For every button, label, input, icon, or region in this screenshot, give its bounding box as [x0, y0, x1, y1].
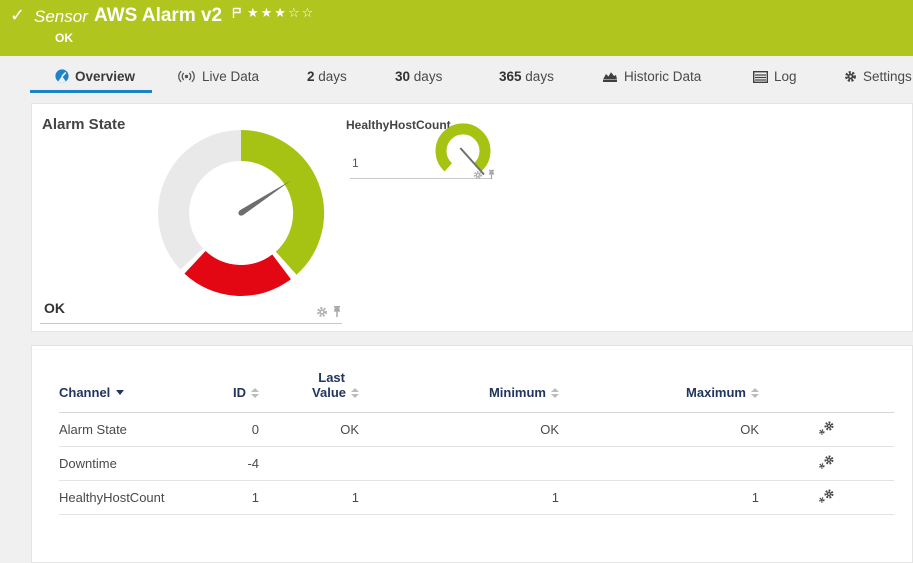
secondary-gauge-value: 1 [352, 156, 359, 170]
table-header-row: Channel ID Last Value Minimum Maximum [59, 370, 894, 413]
tab-label: days [525, 69, 554, 84]
header-label: Last [259, 370, 359, 385]
status-check-icon: ✓ [10, 5, 25, 26]
cell-id: -4 [199, 447, 259, 481]
header-maximum[interactable]: Maximum [559, 370, 759, 413]
channels-panel: Channel ID Last Value Minimum Maximum [31, 345, 913, 563]
header-channel[interactable]: Channel [59, 370, 199, 413]
cell-id: 0 [199, 413, 259, 447]
tab-log[interactable]: Log [753, 69, 797, 86]
sort-desc-icon [116, 390, 124, 395]
primary-gauge-tools [316, 305, 342, 323]
page-title: AWS Alarm v2 [94, 5, 222, 27]
live-data-icon [177, 70, 196, 86]
pin-icon[interactable] [332, 305, 342, 323]
tab-label: Historic Data [624, 69, 701, 84]
tab-label: Live Data [202, 69, 259, 84]
sort-toggle-icon [251, 388, 259, 398]
pin-icon[interactable] [487, 167, 496, 185]
alarm-state-gauge [153, 125, 329, 306]
tab-365-days[interactable]: 365 days [499, 69, 554, 84]
header-label: Value [312, 385, 346, 400]
historic-chart-icon [602, 70, 618, 86]
priority-stars[interactable]: ★★★☆☆ [247, 5, 315, 21]
header-label: Channel [59, 385, 110, 400]
cell-channel[interactable]: HealthyHostCount [59, 481, 199, 515]
gauge-icon [55, 69, 69, 86]
gauges-panel: Alarm State OK HealthyHostCount [31, 103, 913, 332]
tab-label: Log [774, 69, 797, 84]
header-label: Maximum [686, 385, 746, 400]
primary-gauge-title: Alarm State [42, 116, 125, 133]
tab-historic-data[interactable]: Historic Data [602, 69, 701, 86]
tab-2-days[interactable]: 2 days [307, 69, 347, 84]
tab-number: 30 [395, 69, 410, 84]
sort-toggle-icon [751, 388, 759, 398]
sensor-header: ✓ Sensor AWS Alarm v2 ★★★☆☆ OK [0, 0, 913, 56]
flag-icon[interactable] [232, 6, 242, 24]
sort-toggle-icon [551, 388, 559, 398]
header-minimum[interactable]: Minimum [359, 370, 559, 413]
tab-number: 365 [499, 69, 522, 84]
cell-last-value [259, 447, 359, 481]
active-tab-underline [30, 90, 152, 93]
secondary-gauge-tools [473, 167, 496, 185]
cell-minimum: 1 [359, 481, 559, 515]
primary-gauge-value: OK [44, 300, 65, 316]
gear-icon [844, 70, 857, 86]
cell-maximum: 1 [559, 481, 759, 515]
table-row[interactable]: Alarm State 0 OK OK OK [59, 413, 894, 447]
tab-label: days [318, 69, 347, 84]
channels-table: Channel ID Last Value Minimum Maximum [59, 370, 894, 515]
table-row[interactable]: HealthyHostCount 1 1 1 1 [59, 481, 894, 515]
header-id[interactable]: ID [199, 370, 259, 413]
secondary-gauge-divider [350, 178, 492, 179]
table-row[interactable]: Downtime -4 [59, 447, 894, 481]
tab-settings[interactable]: Settings [844, 69, 912, 86]
gauge-needle [239, 180, 291, 215]
tab-30-days[interactable]: 30 days [395, 69, 442, 84]
cell-maximum [559, 447, 759, 481]
cell-minimum [359, 447, 559, 481]
log-list-icon [753, 71, 768, 86]
channel-settings-gears-icon[interactable] [818, 455, 835, 473]
sensor-kind-label: Sensor [34, 7, 88, 27]
tab-bar: Overview Live Data 2 days 30 days 365 da… [0, 56, 913, 97]
tab-number: 2 [307, 69, 315, 84]
gauge-settings-gear-icon[interactable] [316, 305, 328, 323]
tab-label: Settings [863, 69, 912, 84]
cell-minimum: OK [359, 413, 559, 447]
channel-settings-gears-icon[interactable] [818, 489, 835, 507]
cell-maximum: OK [559, 413, 759, 447]
sensor-status-badge: OK [55, 31, 73, 45]
cell-channel[interactable]: Downtime [59, 447, 199, 481]
primary-gauge-divider [40, 323, 342, 324]
tab-overview[interactable]: Overview [55, 69, 135, 86]
tab-live-data[interactable]: Live Data [177, 69, 259, 86]
tab-label: Overview [75, 69, 135, 84]
header-actions [759, 370, 894, 413]
header-label: Minimum [489, 385, 546, 400]
cell-id: 1 [199, 481, 259, 515]
cell-last-value: 1 [259, 481, 359, 515]
channel-settings-gears-icon[interactable] [818, 421, 835, 439]
gauge-settings-gear-icon[interactable] [473, 167, 483, 185]
header-last-value[interactable]: Last Value [259, 370, 359, 413]
sort-toggle-icon [351, 388, 359, 398]
cell-last-value: OK [259, 413, 359, 447]
header-label: ID [233, 385, 246, 400]
cell-channel[interactable]: Alarm State [59, 413, 199, 447]
tab-label: days [414, 69, 443, 84]
